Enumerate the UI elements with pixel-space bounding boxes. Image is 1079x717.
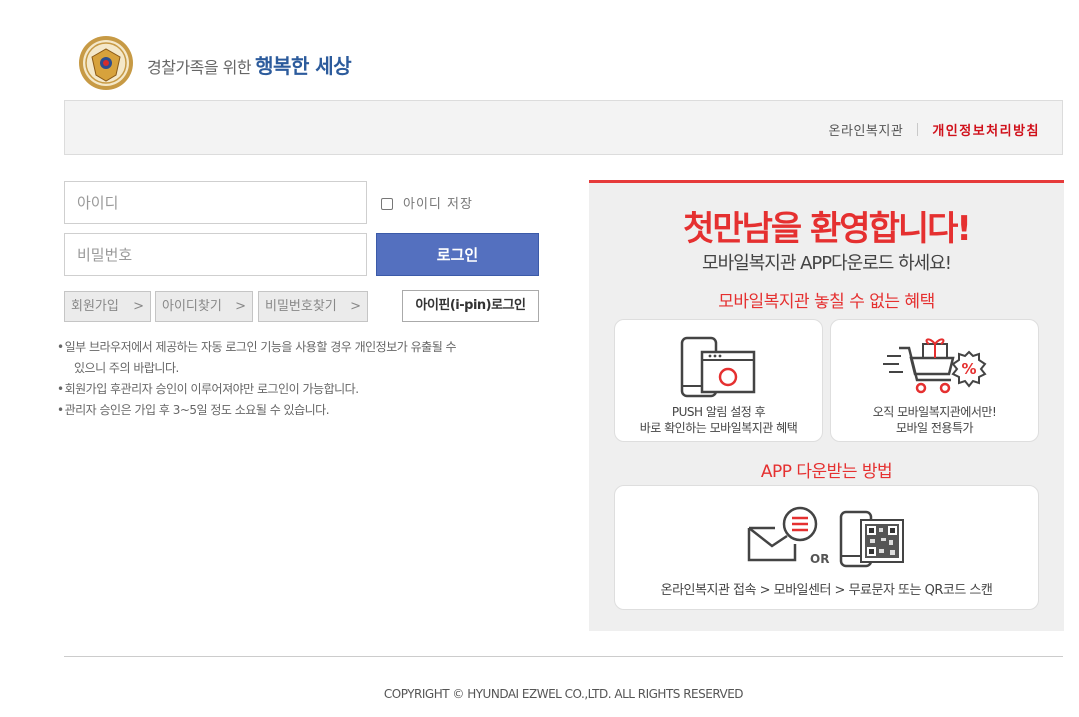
note-text: 회원가입 후관리자 승인이 이루어져야만 로그인이 가능합니다. (64, 382, 359, 396)
shopping-cart-discount-icon: % (883, 338, 987, 394)
card1-line2: 바로 확인하는 모바일복지관 혜택 (639, 421, 798, 435)
benefit-heading: 모바일복지관 놓칠 수 없는 혜택 (718, 292, 935, 312)
note-item: 일부 브라우저에서 제공하는 자동 로그인 기능을 사용할 경우 개인정보가 유… (57, 337, 547, 379)
privacy-policy-link[interactable]: 개인정보처리방침 (932, 124, 1040, 139)
footer-divider (64, 656, 1063, 657)
login-notes: 일부 브라우저에서 제공하는 자동 로그인 기능을 사용할 경우 개인정보가 유… (57, 337, 547, 421)
phone-browser-icon (680, 336, 756, 398)
note-text: 관리자 승인은 가입 후 3~5일 정도 소요될 수 있습니다. (64, 403, 330, 417)
ipin-login-button[interactable]: 아이핀(i-pin)로그인 (402, 290, 539, 322)
join-label: 회원가입 (71, 299, 119, 314)
card2-line1: 오직 모바일복지관에서만! (872, 405, 997, 419)
login-button[interactable]: 로그인 (376, 233, 539, 276)
find-id-label: 아이디찾기 (162, 299, 222, 314)
save-id-checkbox[interactable]: 아이디 저장 (381, 193, 473, 212)
svg-text:%: % (961, 360, 976, 378)
mobile-discount-card: % 오직 모바일복지관에서만! 모바일 전용특가 (830, 319, 1039, 442)
note-text-continued: 있으니 주의 바랍니다. (74, 361, 179, 375)
app-promo-panel: 첫만남을 환영합니다! 모바일복지관 APP다운로드 하세요! 모바일복지관 놓… (589, 180, 1064, 631)
id-input[interactable] (64, 181, 367, 224)
push-benefit-card: PUSH 알림 설정 후바로 확인하는 모바일복지관 혜택 (614, 319, 823, 442)
note-item: 관리자 승인은 가입 후 3~5일 정도 소요될 수 있습니다. (57, 400, 547, 421)
mobile-discount-caption: 오직 모바일복지관에서만! 모바일 전용특가 (831, 404, 1038, 436)
chevron-right-icon: > (350, 299, 361, 314)
brand-tagline: 경찰가족을 위한 행복한 세상 (147, 50, 352, 79)
chevron-right-icon: > (235, 299, 246, 314)
brand-tagline-text: 경찰가족을 위한 (147, 58, 252, 77)
card1-line1: PUSH 알림 설정 후 (671, 405, 766, 419)
push-benefit-caption: PUSH 알림 설정 후바로 확인하는 모바일복지관 혜택 (615, 404, 822, 436)
password-input[interactable] (64, 233, 367, 276)
download-method-card: OR 온라인복지관 접속 > 모바일센터 > 무료문자 또는 QR코드 스캔 (614, 485, 1039, 610)
promo-title: 첫만남을 환영합니다! (683, 209, 972, 249)
save-id-label: 아이디 저장 (403, 197, 473, 212)
or-label: OR (810, 552, 830, 566)
top-links: 온라인복지관 개인정보처리방침 (829, 120, 1040, 139)
copyright-text: COPYRIGHT © HYUNDAI EZWEL CO.,LTD. ALL R… (383, 687, 744, 701)
chevron-right-icon: > (133, 299, 144, 314)
find-password-button[interactable]: 비밀번호찾기 > (258, 291, 368, 322)
promo-subtitle: 모바일복지관 APP다운로드 하세요! (702, 253, 952, 274)
download-steps-text: 온라인복지관 접속 > 모바일센터 > 무료문자 또는 QR코드 스캔 (660, 583, 993, 598)
download-heading: APP 다운받는 방법 (760, 462, 893, 482)
link-separator (917, 123, 919, 136)
online-welfare-link[interactable]: 온라인복지관 (829, 124, 904, 139)
top-bar: 온라인복지관 개인정보처리방침 (64, 100, 1063, 155)
note-text: 일부 브라우저에서 제공하는 자동 로그인 기능을 사용할 경우 개인정보가 유… (64, 340, 457, 354)
join-button[interactable]: 회원가입 > (64, 291, 151, 322)
note-item: 회원가입 후관리자 승인이 이루어져야만 로그인이 가능합니다. (57, 379, 547, 400)
find-id-button[interactable]: 아이디찾기 > (155, 291, 253, 322)
find-password-label: 비밀번호찾기 (265, 299, 337, 314)
police-emblem-icon[interactable] (78, 35, 134, 91)
brand-tagline-strong: 행복한 세상 (255, 54, 352, 78)
checkbox-icon[interactable] (381, 198, 393, 210)
card2-line2: 모바일 전용특가 (895, 421, 974, 435)
phone-qr-icon (839, 510, 904, 568)
